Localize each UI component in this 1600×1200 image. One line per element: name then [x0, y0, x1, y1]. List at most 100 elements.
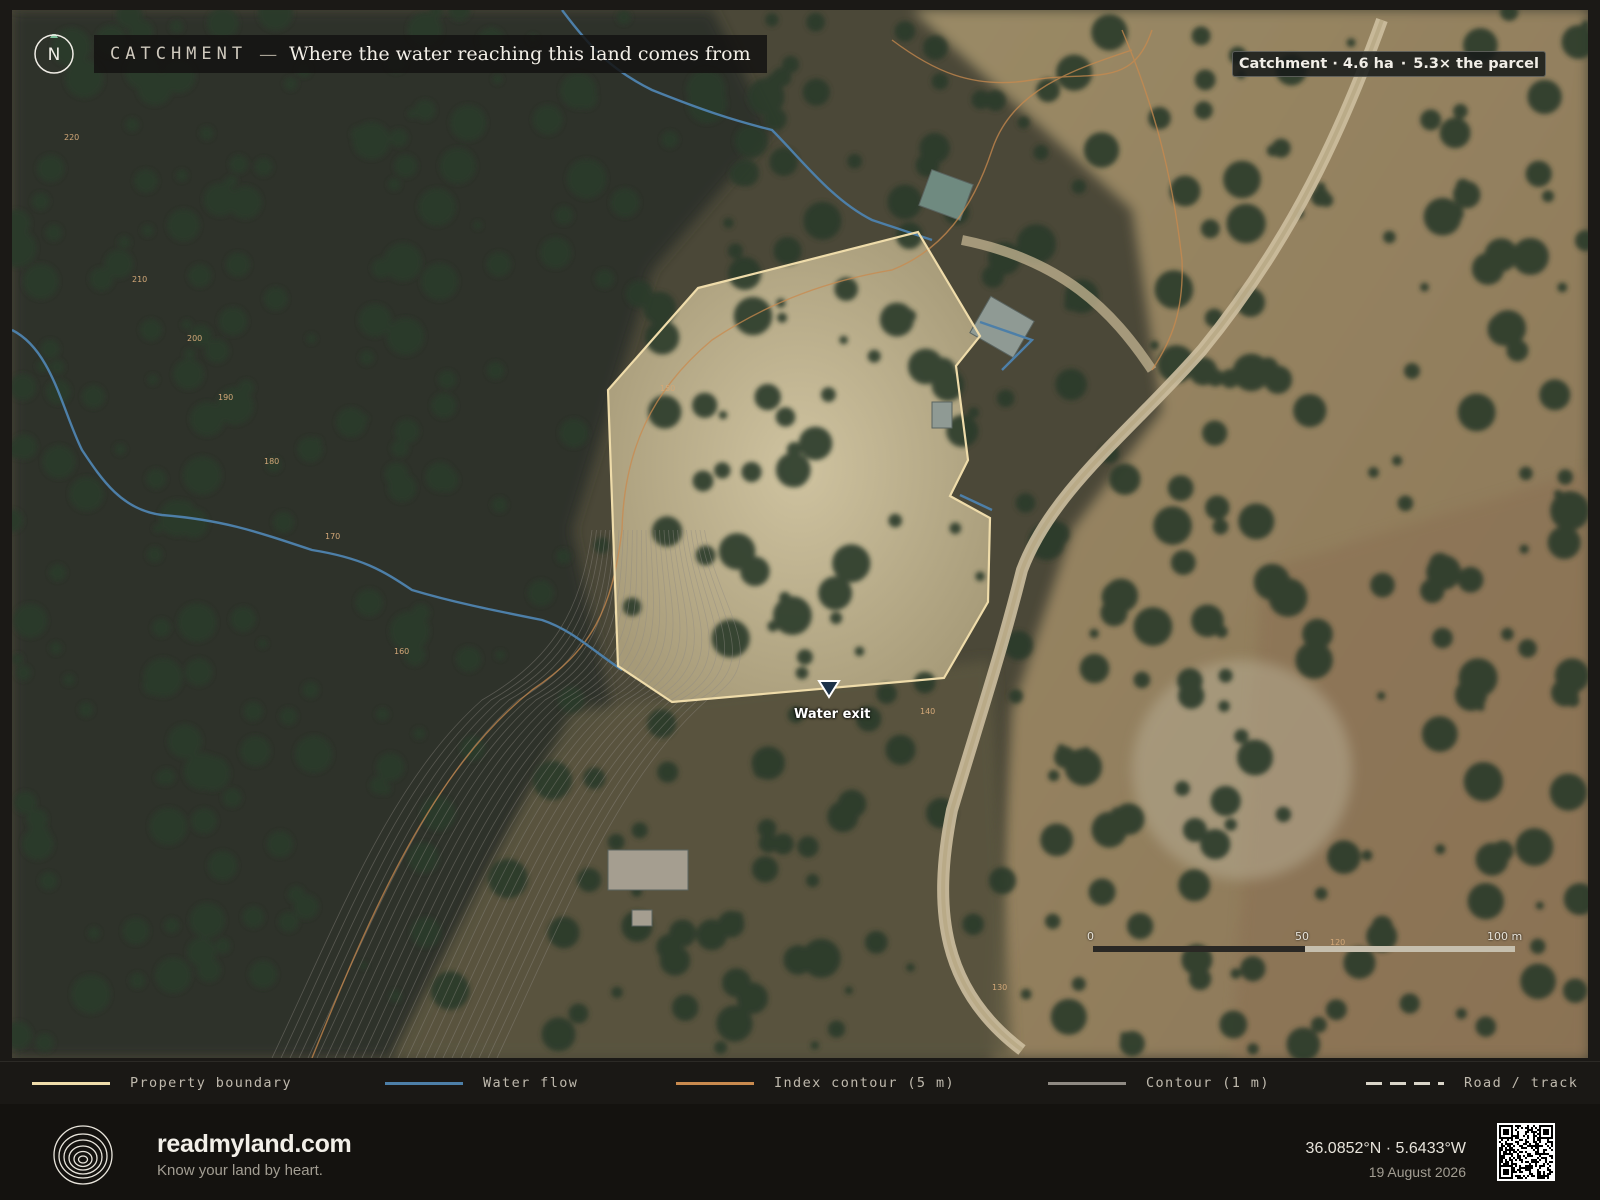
- tree: [1200, 219, 1220, 239]
- tree: [810, 1041, 819, 1050]
- tree: [1154, 270, 1194, 309]
- tree: [104, 249, 134, 279]
- tree: [185, 658, 213, 686]
- tree: [146, 468, 167, 489]
- tree: [225, 252, 251, 277]
- tree: [767, 620, 779, 632]
- tree: [1223, 160, 1261, 199]
- tree: [431, 393, 457, 419]
- tree: [659, 945, 691, 976]
- tree: [425, 462, 456, 492]
- tree: [49, 642, 63, 655]
- tree: [661, 131, 679, 148]
- tree: [1071, 977, 1086, 991]
- tree: [696, 919, 728, 951]
- tree: [1397, 495, 1414, 512]
- tree: [773, 236, 802, 265]
- tree: [179, 508, 209, 538]
- tree: [931, 73, 949, 90]
- tree: [1210, 785, 1241, 817]
- coordinates: 36.0852°N · 5.6433°W: [1305, 1140, 1466, 1157]
- tree: [391, 439, 409, 458]
- tree: [1435, 844, 1446, 855]
- tree: [1153, 506, 1192, 545]
- tree: [1020, 988, 1032, 1000]
- tree: [1519, 466, 1533, 481]
- tree: [1205, 495, 1230, 520]
- tree: [371, 258, 392, 279]
- tree: [648, 395, 682, 429]
- tree: [732, 911, 744, 923]
- tree: [272, 511, 295, 533]
- tree: [22, 828, 54, 860]
- tree: [686, 69, 726, 109]
- tree: [1501, 627, 1514, 641]
- tree: [610, 188, 640, 218]
- tree: [23, 263, 59, 300]
- tree: [1475, 1016, 1497, 1037]
- contour-label: 220: [64, 133, 79, 142]
- brand-name[interactable]: readmyland.com: [157, 1130, 352, 1159]
- spiral-logo-icon[interactable]: [52, 1124, 114, 1186]
- tree: [1008, 689, 1024, 704]
- tree: [1045, 913, 1061, 929]
- title-text: Where the water reaching this land comes…: [289, 43, 751, 65]
- tree: [1557, 282, 1568, 293]
- tree: [1238, 503, 1275, 540]
- tree: [229, 154, 248, 174]
- tree: [1527, 79, 1562, 115]
- tree: [495, 650, 506, 661]
- tree: [968, 407, 979, 419]
- tree: [45, 224, 63, 242]
- tree: [988, 867, 1017, 895]
- tree: [1467, 883, 1505, 920]
- tree: [1040, 823, 1074, 857]
- tree: [996, 389, 1015, 408]
- tree: [69, 476, 104, 512]
- tree: [975, 571, 985, 582]
- tree: [1535, 901, 1544, 910]
- tree: [775, 407, 796, 427]
- legend-swatch: [1048, 1081, 1126, 1085]
- qr-code-icon[interactable]: [1497, 1123, 1555, 1181]
- tree: [158, 768, 175, 786]
- tree: [795, 666, 809, 680]
- tree: [647, 709, 677, 738]
- tree: [692, 392, 718, 418]
- contour-label: 130: [992, 983, 1007, 992]
- tree: [1170, 550, 1196, 575]
- tree: [35, 1033, 54, 1052]
- tree: [611, 986, 623, 998]
- tree: [279, 707, 298, 726]
- tree: [42, 445, 76, 479]
- tree: [1455, 1008, 1467, 1020]
- tree: [117, 236, 131, 249]
- tree: [949, 522, 962, 535]
- tree: [797, 649, 813, 665]
- tree: [355, 588, 384, 617]
- tree: [754, 383, 781, 411]
- map-view[interactable]: 220 210 200 190 180 170 160 150 140 130 …: [12, 10, 1588, 1058]
- contour-label: 200: [187, 334, 202, 343]
- legend-item-water-flow: Water flow: [385, 1062, 578, 1104]
- north-arrow-icon: N: [34, 34, 74, 74]
- tree: [1484, 238, 1518, 272]
- tree: [473, 221, 482, 230]
- tree: [36, 154, 65, 183]
- tree: [142, 676, 162, 696]
- tree: [714, 1041, 728, 1054]
- tree: [1515, 828, 1554, 866]
- tree: [593, 537, 610, 554]
- tree: [362, 315, 383, 337]
- tree: [146, 546, 163, 563]
- title-separator: —: [259, 43, 278, 65]
- tree: [450, 104, 487, 141]
- tree: [575, 87, 598, 110]
- tree: [170, 20, 184, 34]
- tree: [798, 426, 833, 461]
- tree: [376, 753, 405, 782]
- tree: [196, 957, 222, 983]
- tree: [1368, 467, 1379, 478]
- tree: [888, 513, 902, 528]
- tree: [230, 606, 256, 632]
